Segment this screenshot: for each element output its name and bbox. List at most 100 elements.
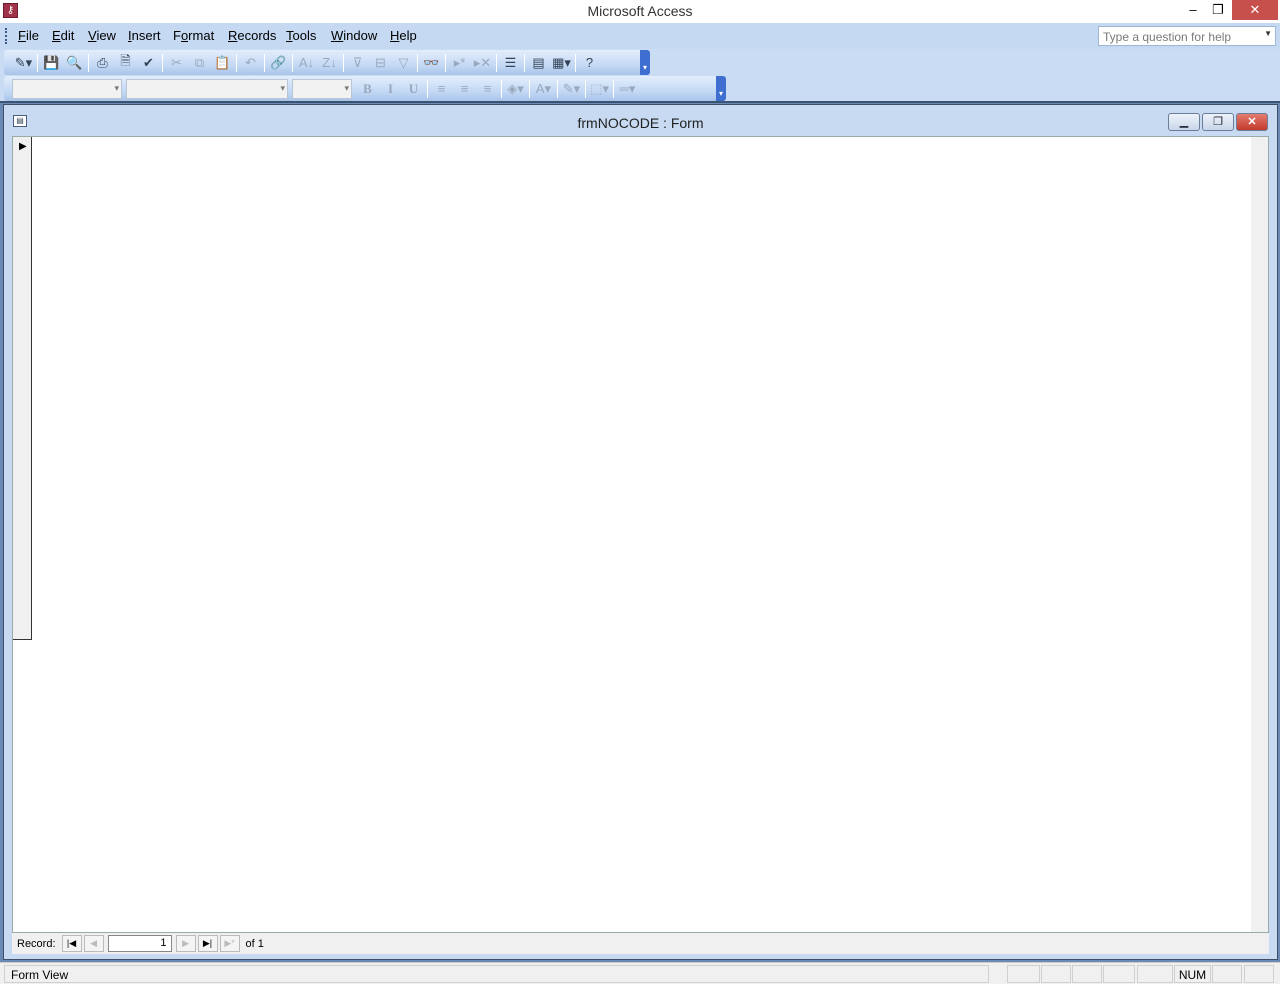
menu-grip[interactable] <box>5 28 8 44</box>
sort-ascending-icon[interactable]: A↓ <box>295 52 318 74</box>
new-record-icon[interactable]: ▸* <box>448 52 471 74</box>
record-number-input[interactable]: 1 <box>107 935 172 952</box>
print-icon[interactable]: ⎙ <box>91 52 114 74</box>
find-icon[interactable]: 👓 <box>420 52 443 74</box>
num-lock-indicator: NUM <box>1174 965 1211 983</box>
filter-by-selection-icon[interactable]: ⊽ <box>346 52 369 74</box>
toolbar-separator <box>524 53 525 72</box>
fill-color-icon[interactable]: ◈▾ <box>504 78 527 100</box>
status-panel <box>1007 965 1040 983</box>
new-object-icon[interactable]: ▦▾ <box>550 52 573 74</box>
properties-icon[interactable]: ☰ <box>499 52 522 74</box>
record-label: Record: <box>17 937 56 950</box>
title-bar: ⚷ Microsoft Access – ❐ ✕ <box>0 0 1280 23</box>
toolbar-separator <box>88 53 89 72</box>
record-navigation-bar: Record: |◀ ◀ 1 ▶ ▶| ▶* of 1 <box>12 933 1269 954</box>
status-panel <box>1103 965 1135 983</box>
align-center-icon[interactable]: ≡ <box>453 78 476 100</box>
menu-help[interactable]: Help <box>390 28 417 43</box>
object-combo[interactable] <box>12 78 122 99</box>
close-button[interactable]: ✕ <box>1232 0 1278 20</box>
status-panel <box>1212 965 1242 983</box>
menu-view[interactable]: View <box>88 28 116 43</box>
toolbar-separator <box>613 79 614 98</box>
new-record-button[interactable]: ▶* <box>219 935 240 952</box>
font-color-icon[interactable]: A▾ <box>532 78 555 100</box>
view-icon[interactable]: ✎▾ <box>12 52 35 74</box>
sort-descending-icon[interactable]: Z↓ <box>318 52 341 74</box>
form-view-toolbar: ✎▾ 💾 🔍 ⎙ 🗎 ✔ ✂ ⧉ 📋 ↶ 🔗 A↓ Z↓ ⊽ ⊟ ▽ 👓 ▸* ▸✕ ☰ ▤ ▦▾? ▾ <box>4 50 650 75</box>
form-minimize-button[interactable]: ▁ <box>1168 113 1200 131</box>
previous-record-button[interactable]: ◀ <box>83 935 104 952</box>
font-name-combo[interactable] <box>126 78 288 99</box>
restore-button[interactable]: ❐ <box>1201 0 1235 20</box>
status-panel <box>1244 965 1274 983</box>
database-window-icon[interactable]: ▤ <box>527 52 550 74</box>
filter-by-form-icon[interactable]: ⊟ <box>369 52 392 74</box>
undo-icon[interactable]: ↶ <box>239 52 262 74</box>
form-detail-area: ▶ <box>12 136 1269 933</box>
record-count: of 1 <box>245 937 264 950</box>
next-record-button[interactable]: ▶ <box>175 935 196 952</box>
menu-window[interactable]: Window <box>331 28 377 43</box>
print-preview-icon[interactable]: 🗎 <box>114 52 137 74</box>
menu-format[interactable]: Format <box>173 28 214 43</box>
form-close-button[interactable]: ✕ <box>1236 113 1268 131</box>
status-text: Form View <box>4 965 989 983</box>
last-record-button[interactable]: ▶| <box>197 935 218 952</box>
status-panel <box>1072 965 1102 983</box>
line-color-icon[interactable]: ✎▾ <box>560 78 583 100</box>
menu-records[interactable]: Records <box>228 28 276 43</box>
font-size-combo[interactable] <box>292 78 352 99</box>
underline-icon[interactable]: U <box>402 78 425 100</box>
menu-file[interactable]: File <box>18 28 39 43</box>
delete-record-icon[interactable]: ▸✕ <box>471 52 494 74</box>
record-selector[interactable]: ▶ <box>13 137 32 640</box>
toolbar-separator <box>529 79 530 98</box>
help-search-input[interactable]: Type a question for help ▼ <box>1098 26 1276 46</box>
app-title: Microsoft Access <box>587 3 693 19</box>
menu-insert[interactable]: Insert <box>128 28 161 43</box>
bold-icon[interactable]: B <box>356 78 379 100</box>
italic-icon[interactable]: I <box>379 78 402 100</box>
toolbar-separator <box>37 53 38 72</box>
toolbar-separator <box>292 53 293 72</box>
vertical-scrollbar[interactable] <box>1251 137 1268 932</box>
menu-edit[interactable]: Edit <box>52 28 74 43</box>
paste-icon[interactable]: 📋 <box>211 52 234 74</box>
save-icon[interactable]: 💾 <box>40 52 63 74</box>
spelling-icon[interactable]: ✔ <box>137 52 160 74</box>
toolbar-separator <box>496 53 497 72</box>
toolbar-separator <box>264 53 265 72</box>
align-right-icon[interactable]: ≡ <box>476 78 499 100</box>
cut-icon[interactable]: ✂ <box>165 52 188 74</box>
file-search-icon[interactable]: 🔍 <box>63 52 86 74</box>
menu-tools[interactable]: Tools <box>286 28 316 43</box>
status-bar: Form View NUM <box>0 962 1280 984</box>
help-icon[interactable]: ? <box>578 52 601 74</box>
form-restore-button[interactable]: ❐ <box>1202 113 1234 131</box>
first-record-button[interactable]: |◀ <box>61 935 82 952</box>
status-panel <box>1041 965 1071 983</box>
form-window: ▤ frmNOCODE : Form ▁ ❐ ✕ ▶ Record: |◀ ◀ … <box>3 104 1278 960</box>
toolbar-separator <box>585 79 586 98</box>
help-placeholder: Type a question for help <box>1103 30 1232 44</box>
line-width-icon[interactable]: ═▾ <box>616 78 639 100</box>
form-title: frmNOCODE : Form <box>577 115 704 131</box>
toolbar-separator <box>236 53 237 72</box>
toolbar-separator <box>557 79 558 98</box>
status-panel <box>1137 965 1173 983</box>
toolbar-options-icon[interactable]: ▾ <box>716 76 726 101</box>
toolbar-separator <box>343 53 344 72</box>
apply-filter-icon[interactable]: ▽ <box>392 52 415 74</box>
align-left-icon[interactable]: ≡ <box>430 78 453 100</box>
formatting-toolbar: BIU≡≡≡◈▾A▾✎▾⬚▾═▾▾ <box>4 76 726 101</box>
toolbar-separator <box>575 53 576 72</box>
hyperlink-icon[interactable]: 🔗 <box>267 52 290 74</box>
border-icon[interactable]: ⬚▾ <box>588 78 611 100</box>
chevron-down-icon[interactable]: ▼ <box>1264 29 1272 38</box>
menu-bar: File Edit View Insert Format Records Too… <box>0 23 1280 49</box>
toolbar-separator <box>501 79 502 98</box>
toolbar-options-icon[interactable]: ▾ <box>640 50 650 75</box>
copy-icon[interactable]: ⧉ <box>188 52 211 74</box>
